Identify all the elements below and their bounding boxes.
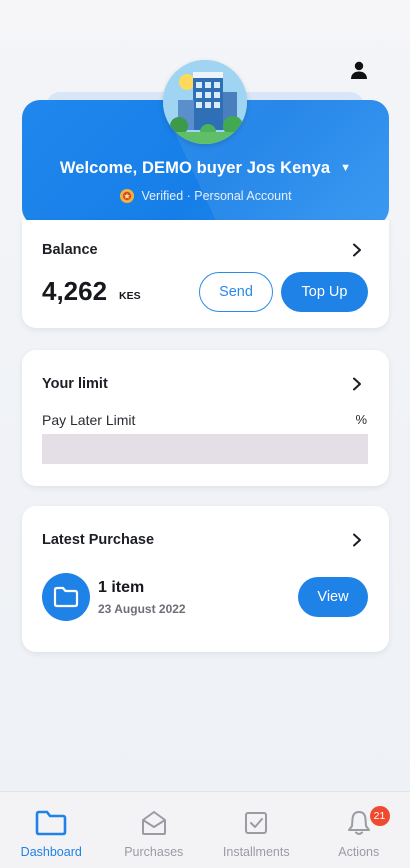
building-avatar-icon[interactable] xyxy=(163,60,247,144)
purchase-date: 23 August 2022 xyxy=(98,602,186,616)
chevron-right-icon[interactable] xyxy=(351,533,363,547)
verified-text: Verified · Personal Account xyxy=(141,189,292,203)
nav-actions-label: Actions xyxy=(338,845,380,859)
limit-percent: % xyxy=(355,412,367,427)
chevron-right-icon[interactable] xyxy=(351,243,363,257)
limit-card: Your limit Pay Later Limit % xyxy=(22,350,389,486)
pay-later-limit-label: Pay Later Limit xyxy=(42,412,136,428)
chevron-right-icon[interactable] xyxy=(351,377,363,391)
verified-status: Verified · Personal Account xyxy=(22,188,389,204)
balance-currency: KES xyxy=(119,290,141,302)
welcome-heading: Welcome, DEMO buyer Jos Kenya ▼ xyxy=(22,159,389,178)
user-icon xyxy=(351,61,367,79)
top-up-button[interactable]: Top Up xyxy=(281,272,368,312)
checkbox-icon xyxy=(239,808,273,838)
folder-icon xyxy=(34,808,68,838)
nav-purchases[interactable]: Purchases xyxy=(103,792,206,868)
welcome-text: Welcome, DEMO buyer Jos Kenya xyxy=(59,159,331,177)
balance-amount: 4,262 xyxy=(42,276,108,306)
nav-installments-label: Installments xyxy=(222,845,290,859)
limit-progress-bar xyxy=(42,434,368,464)
notification-badge: 21 xyxy=(369,806,390,826)
send-button[interactable]: Send xyxy=(199,272,273,312)
bottom-navigation: Dashboard Purchases Installments 21 Acti… xyxy=(0,791,410,868)
purchase-folder-icon xyxy=(42,573,90,621)
chevron-down-icon[interactable]: ▼ xyxy=(340,162,351,174)
balance-card: Balance 4,262 KES Send Top Up xyxy=(22,220,389,328)
latest-purchase-title: Latest Purchase xyxy=(42,532,155,548)
app-screen: Welcome, DEMO buyer Jos Kenya ▼ Verified … xyxy=(0,0,410,868)
nav-actions[interactable]: 21 Actions xyxy=(308,792,410,868)
nav-dashboard-label: Dashboard xyxy=(20,845,82,859)
nav-installments[interactable]: Installments xyxy=(205,792,308,868)
inbox-icon xyxy=(137,808,171,838)
medal-icon xyxy=(120,189,135,203)
nav-dashboard[interactable]: Dashboard xyxy=(0,792,103,868)
status-bar xyxy=(0,0,410,40)
limit-title: Your limit xyxy=(42,376,108,392)
nav-purchases-label: Purchases xyxy=(124,845,184,859)
view-purchase-button[interactable]: View xyxy=(298,577,368,617)
latest-purchase-card: Latest Purchase 1 item 23 August 2022 Vi… xyxy=(22,506,389,652)
balance-title: Balance xyxy=(42,242,98,258)
profile-button[interactable] xyxy=(346,57,372,83)
purchase-item-count: 1 item xyxy=(98,579,145,596)
